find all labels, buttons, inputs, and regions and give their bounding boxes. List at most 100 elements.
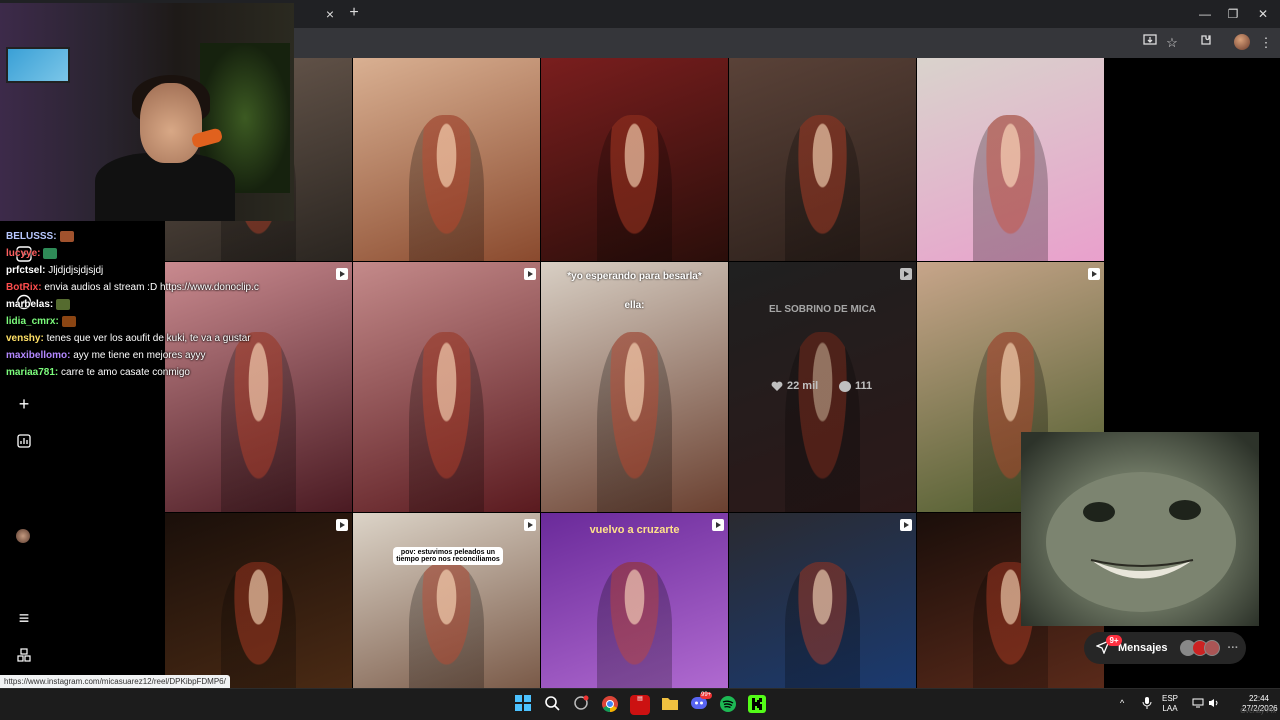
- news-app-icon[interactable]: ▤: [630, 695, 650, 715]
- dashboard-icon[interactable]: [12, 430, 36, 454]
- new-tab-button[interactable]: +: [345, 4, 363, 22]
- chat-emote-icon: [59, 230, 74, 242]
- chat-text: Jljdjdjsjdjsjdj: [45, 265, 104, 276]
- create-icon[interactable]: +: [12, 392, 36, 416]
- windows-start-icon[interactable]: [513, 695, 533, 715]
- message-avatar: [1203, 640, 1220, 656]
- reel-thumbnail: [597, 332, 672, 512]
- tray-overflow-icon[interactable]: ^: [1120, 698, 1124, 708]
- spotify-icon[interactable]: [718, 695, 738, 715]
- reel-caption: *yo esperando para besarla*: [567, 271, 702, 282]
- chat-message: BotRix: envia audios al stream :D https:…: [6, 279, 296, 296]
- chat-username[interactable]: BotRix:: [6, 282, 42, 293]
- more-dots-icon: ···: [1227, 642, 1239, 654]
- reel-tile[interactable]: [729, 58, 916, 261]
- chat-username[interactable]: mariaa781:: [6, 367, 58, 378]
- chat-message: marbelas:: [6, 296, 296, 313]
- file-explorer-icon[interactable]: [660, 695, 680, 715]
- chat-message: maxibellomo: ayy me tiene en mejores ayy…: [6, 347, 296, 364]
- reel-thumbnail: [785, 332, 860, 512]
- chat-username[interactable]: BELUSSS:: [6, 231, 57, 242]
- star-icon[interactable]: ☆: [1162, 33, 1182, 53]
- watermark: Overlay Pix: [1240, 708, 1276, 715]
- streamer-webcam: [0, 3, 294, 221]
- language-bottom: LAA: [1162, 704, 1178, 713]
- tab-close-button[interactable]: ×: [322, 6, 338, 22]
- kick-icon[interactable]: [747, 695, 767, 715]
- streamer-body: [95, 153, 235, 221]
- status-url: https://www.instagram.com/micasuarez12/r…: [0, 675, 230, 688]
- reel-thumbnail: [597, 562, 672, 688]
- cat-meme-overlay: [1021, 432, 1259, 626]
- reel-thumbnail: [221, 562, 296, 688]
- profile-avatar[interactable]: [16, 529, 30, 543]
- reel-badge-icon: [900, 519, 912, 531]
- chat-message: venshy: tenes que ver los aoufit de kuki…: [6, 330, 296, 347]
- streamer-face: [140, 83, 202, 163]
- reel-thumbnail: [409, 114, 484, 261]
- messages-button[interactable]: 9+ Mensajes ···: [1084, 632, 1246, 664]
- reel-tile[interactable]: [541, 58, 728, 261]
- chat-username[interactable]: prfctsel:: [6, 265, 45, 276]
- chat-emote-icon: [56, 298, 71, 310]
- reel-badge-icon: [336, 268, 348, 280]
- reel-tile[interactable]: [353, 262, 540, 512]
- volume-icon[interactable]: [1208, 698, 1220, 711]
- heart-icon: [771, 381, 783, 391]
- install-icon[interactable]: [1140, 33, 1160, 53]
- reel-tile[interactable]: *yo esperando para besarla* ella:: [541, 262, 728, 512]
- reel-thumbnail: [785, 114, 860, 261]
- clock-time: 22:44: [1248, 694, 1270, 703]
- reel-thumbnail: [409, 332, 484, 512]
- reel-badge-icon: [1088, 268, 1100, 280]
- reel-thumbnail: [785, 562, 860, 688]
- language-indicator[interactable]: ESP LAA: [1162, 694, 1178, 714]
- chat-message: prfctsel: Jljdjdjsjdjsjdj: [6, 262, 296, 279]
- copilot-icon[interactable]: [571, 695, 591, 715]
- chat-username[interactable]: lucyye:: [6, 248, 40, 259]
- reel-tile[interactable]: [917, 58, 1104, 261]
- chat-message: BELUSSS:: [6, 228, 296, 245]
- comment-icon: [839, 380, 851, 392]
- reel-tile[interactable]: EL SOBRINO DE MICA 22 mil 111: [729, 262, 916, 512]
- chat-username[interactable]: maxibellomo:: [6, 350, 70, 361]
- messages-label: Mensajes: [1118, 642, 1168, 654]
- reel-badge-icon: [524, 519, 536, 531]
- chat-message: lidia_cmrx:: [6, 313, 296, 330]
- chat-emote-icon: [61, 315, 76, 327]
- extensions-icon[interactable]: [1196, 33, 1216, 53]
- profile-icon[interactable]: [1234, 34, 1250, 50]
- chat-username[interactable]: venshy:: [6, 333, 44, 344]
- reel-badge-icon: [524, 268, 536, 280]
- search-icon[interactable]: [542, 695, 562, 715]
- reel-badge-icon: [900, 268, 912, 280]
- discord-badge: 99+: [700, 692, 713, 699]
- language-top: ESP: [1162, 694, 1179, 703]
- chat-username[interactable]: lidia_cmrx:: [6, 316, 59, 327]
- chat-emote-icon: [43, 247, 58, 259]
- likes-count: 22 mil: [771, 380, 818, 392]
- reel-caption: vuelvo a cruzarte: [589, 524, 680, 536]
- comments-count: 111: [839, 380, 872, 392]
- microphone-tray-icon[interactable]: [1142, 697, 1152, 712]
- more-icon[interactable]: ≡: [12, 606, 36, 630]
- chat-username[interactable]: marbelas:: [6, 299, 53, 310]
- reel-tile[interactable]: [165, 513, 352, 688]
- reel-badge-icon: [336, 519, 348, 531]
- reel-tile[interactable]: [729, 513, 916, 688]
- reel-tile[interactable]: pov: estuvimos peleados un tiempo pero n…: [353, 513, 540, 688]
- reel-tile[interactable]: vuelvo a cruzarte: [541, 513, 728, 688]
- maximize-button[interactable]: ❐: [1216, 4, 1250, 24]
- chat-text: carre te amo casate conmigo: [58, 367, 190, 378]
- network-icon[interactable]: [1192, 698, 1204, 711]
- chat-text: ayy me tiene en mejores ayyy: [70, 350, 206, 361]
- close-window-button[interactable]: ✕: [1246, 4, 1280, 24]
- stream-chat: BELUSSS: lucyye: prfctsel: Jljdjdjsjdjsjdj…: [6, 228, 296, 381]
- also-from-meta-icon[interactable]: [12, 644, 36, 668]
- reel-caption: pov: estuvimos peleados un tiempo pero n…: [393, 547, 503, 565]
- menu-icon[interactable]: ⋮: [1256, 33, 1276, 53]
- chat-text: tenes que ver los aoufit de kuki, te va …: [43, 333, 251, 344]
- reel-tile[interactable]: [353, 58, 540, 261]
- monitor-image: [6, 47, 70, 83]
- chrome-icon[interactable]: [600, 695, 620, 715]
